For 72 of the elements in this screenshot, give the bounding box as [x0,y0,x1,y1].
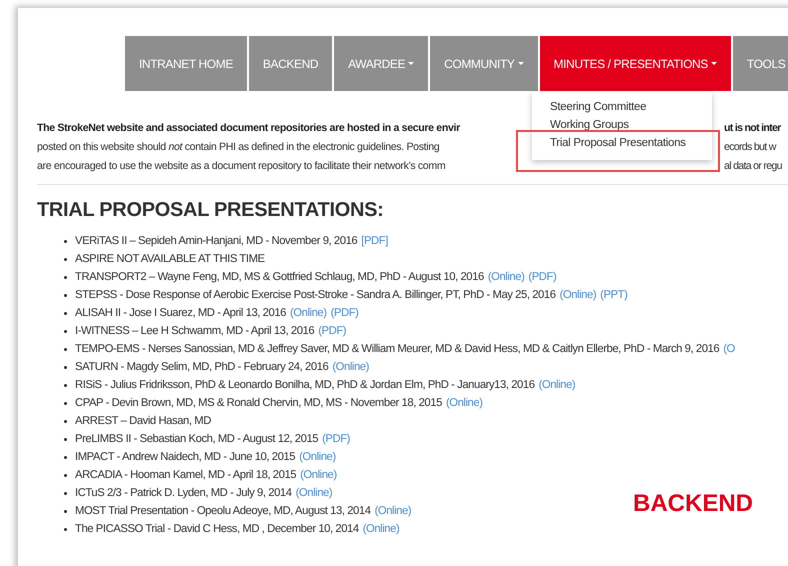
menu-item[interactable]: Trial Proposal Presentations [532,134,712,152]
file-link[interactable]: (Online) [290,307,327,319]
bullet-icon [64,330,67,332]
file-link[interactable]: [PDF] [361,235,388,247]
file-link[interactable]: (Online) [300,469,337,481]
nav-tab[interactable]: TOOLS [732,36,788,91]
nav-tab[interactable]: MINUTES / PRESENTATIONS [540,36,731,91]
caret-icon [408,62,414,65]
bullet-icon [64,510,67,512]
presentation-entry: TEMPO-EMS - Nerses Sanossian, MD & Jeffrey Saver, MD & William Meurer, MD & David Hess, MD & Caitlyn Ellerbe, PhD - March 9, 2016 [75,343,720,355]
intro-text: al data or regu [724,159,782,174]
annotation-label: BACKEND [633,490,753,518]
presentation-entry: MOST Trial Presentation - Opeolu Adeoye, MD, August 13, 2014 [75,505,371,517]
nav-tab[interactable]: AWARDEE [334,36,428,91]
presentation-entry: STEPSS - Dose Response of Aerobic Exercise Post-Stroke - Sandra A. Billinger, PT, PhD - May 25, 2016 [75,289,556,301]
nav-tab[interactable]: BACKEND [248,36,332,91]
file-link[interactable]: (Online) [560,289,596,301]
presentation-entry: I-WITNESS – Lee H Schwamm, MD - April 13, 2016 [75,325,314,337]
presentation-entry: ASPIRE NOT AVAILABLE AT THIS TIME [75,253,265,265]
intro-text: ut is not inter [724,121,781,136]
bullet-icon [64,240,67,242]
bullet-icon [64,420,67,422]
file-link[interactable]: (PPT) [600,289,628,301]
intro-text: posted on this website should not contain PHI as defined in the electronic guidelines. Posting [37,140,440,155]
presentation-entry: VERiTAS II – Sepideh Amin-Hanjani, MD - November 9, 2016 [75,235,358,247]
menu-item[interactable]: Working Groups [532,116,712,134]
presentation-entry: CPAP - Devin Brown, MD, MS & Ronald Chervin, MD, MS - November 18, 2015 [75,397,442,409]
bullet-icon [64,402,67,404]
presentation-entry: ARREST – David Hasan, MD [75,415,211,427]
file-link[interactable]: (O [723,343,735,355]
bullet-icon [64,384,67,386]
presentation-entry: ICTuS 2/3 - Patrick D. Lyden, MD - July 9, 2014 [75,487,292,499]
file-link[interactable]: (PDF) [322,433,350,445]
file-link[interactable]: (Online) [446,397,483,409]
file-link[interactable]: (Online) [488,271,524,283]
presentation-entry: SATURN - Magdy Selim, MD, PhD - February 24, 2016 [75,361,328,373]
file-link[interactable]: (Online) [296,487,332,499]
bullet-icon [64,438,67,440]
menu-item[interactable]: Steering Committee [532,98,712,116]
file-link[interactable]: (Online) [538,379,576,391]
bullet-icon [64,528,67,530]
presentation-entry: PreLIMBS II - Sebastian Koch, MD - August 12, 2015 [75,433,318,445]
presentation-entry: ARCADIA - Hooman Kamel, MD - April 18, 2015 [75,469,296,481]
bullet-icon [64,348,67,350]
presentation-entry: RISiS - Julius Fridriksson, PhD & Leonardo Bonilha, MD, PhD & Jordan Elm, PhD - January13, 2016 [75,379,535,391]
bullet-icon [64,294,67,296]
presentation-entry: ALISAH II - Jose I Suarez, MD - April 13, 2016 [75,307,286,319]
intro-text: The StrokeNet website and associated document repositories are hosted in a secure envir [37,121,460,136]
file-link[interactable]: (Online) [299,451,336,463]
file-link[interactable]: (Online) [362,523,400,535]
file-link[interactable]: (Online) [374,505,412,517]
nav-tab[interactable]: INTRANET HOME [125,36,247,91]
caret-icon [710,62,717,65]
presentation-entry: The PICASSO Trial - David C Hess, MD , December 10, 2014 [75,523,359,535]
intro-text: ecords but w [724,140,776,155]
bullet-icon [64,456,67,458]
bullet-icon [64,366,67,368]
bullet-icon [64,492,67,494]
bullet-icon [64,474,67,476]
file-link[interactable]: (PDF) [528,271,556,283]
presentation-entry: TRANSPORT2 – Wayne Feng, MD, MS & Gottfried Schlaug, MD, PhD - August 10, 2016 [75,271,484,283]
file-link[interactable]: (PDF) [330,307,358,319]
bullet-icon [64,258,67,260]
caret-icon [518,62,524,65]
page-heading: TRIAL PROPOSAL PRESENTATIONS: [37,199,385,222]
file-link[interactable]: (Online) [332,361,369,373]
bullet-icon [64,276,67,278]
nav-tab[interactable]: COMMUNITY [430,36,538,91]
presentation-entry: IMPACT - Andrew Naidech, MD - June 10, 2015 [75,451,296,463]
intro-text: are encouraged to use the website as a document repository to facilitate their network’s comm [37,159,446,174]
file-link[interactable]: (PDF) [318,325,346,337]
bullet-icon [64,312,67,314]
